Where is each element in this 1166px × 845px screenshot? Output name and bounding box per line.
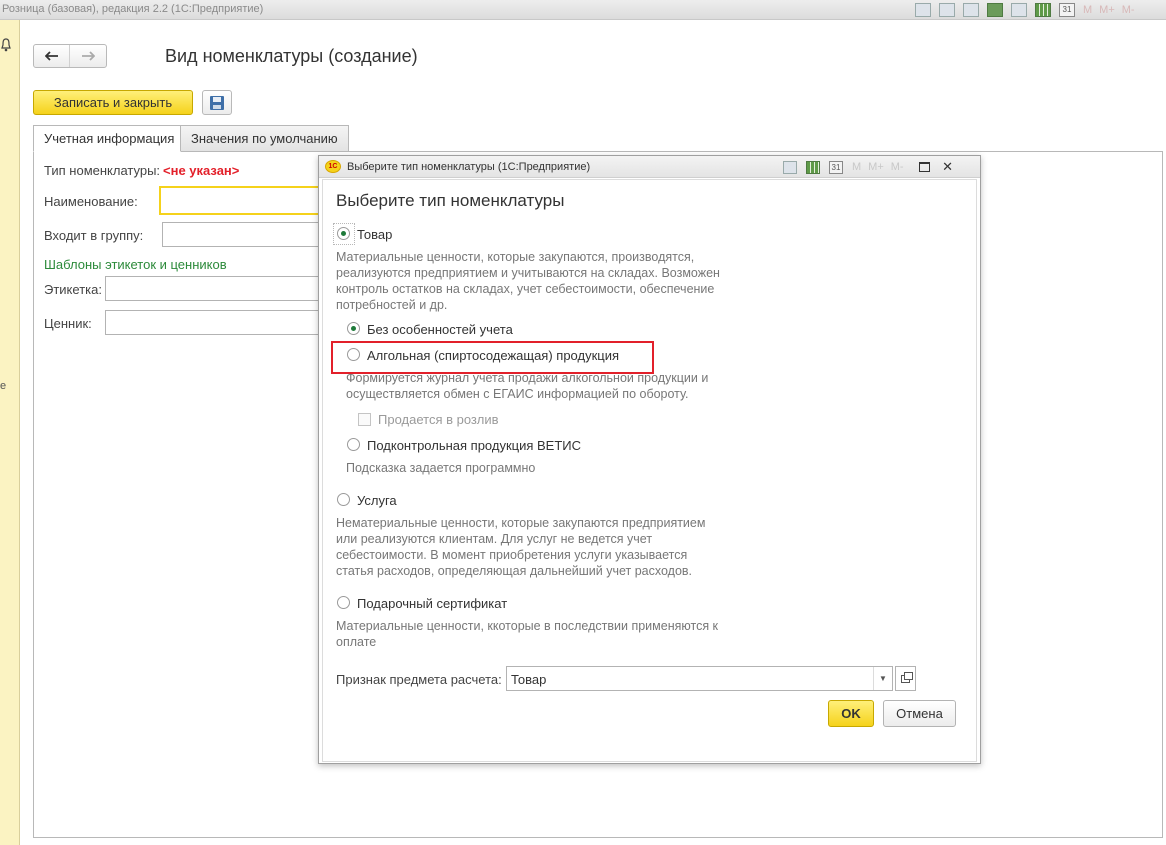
radio-service[interactable] — [337, 493, 350, 506]
ok-button[interactable]: OK — [828, 700, 874, 727]
chevron-down-icon[interactable]: ▼ — [873, 667, 892, 690]
desc-line: Нематериальные ценности, которые закупаю… — [336, 516, 706, 530]
memory-m-button[interactable]: M — [852, 161, 861, 173]
app-toolbar: 31 M M+ M- — [915, 2, 1142, 18]
payment-subject-select[interactable]: Товар ▼ — [506, 666, 893, 691]
calculator-icon[interactable] — [806, 160, 820, 174]
memory-plus-button[interactable]: M+ — [868, 161, 884, 173]
price-tag-field[interactable] — [105, 310, 324, 335]
price-tag-label: Ценник: — [44, 316, 92, 331]
print-icon[interactable] — [939, 3, 955, 17]
memory-m-button[interactable]: M — [1083, 4, 1092, 16]
option-gift-certificate-description: Материальные ценности, ккоторые в послед… — [336, 618, 718, 650]
option-service-label[interactable]: Услуга — [357, 493, 397, 508]
form-tabs: Учетная информация Значения по умолчанию — [33, 125, 349, 152]
radio-no-features[interactable] — [347, 322, 360, 335]
memory-plus-button[interactable]: M+ — [1099, 4, 1115, 16]
option-vetis-label[interactable]: Подконтрольная продукция ВЕТИС — [367, 438, 581, 453]
checkbox-draft[interactable] — [358, 413, 371, 426]
name-field[interactable] — [159, 186, 324, 215]
option-service-description: Нематериальные ценности, которые закупаю… — [336, 515, 705, 579]
preview-icon[interactable] — [963, 3, 979, 17]
dialog-window-title: Выберите тип номенклатуры (1С:Предприяти… — [347, 161, 591, 173]
save-button[interactable] — [202, 90, 232, 115]
bell-icon[interactable] — [1, 38, 11, 52]
save-and-close-button[interactable]: Записать и закрыть — [33, 90, 193, 115]
radio-gift-certificate[interactable] — [337, 596, 350, 609]
1c-logo-icon: 1С — [325, 160, 341, 173]
left-panel-strip: е — [0, 20, 20, 845]
link-icon[interactable] — [987, 3, 1003, 17]
option-draft-label[interactable]: Продается в розлив — [378, 412, 499, 427]
label-template-label: Этикетка: — [44, 282, 102, 297]
back-button[interactable] — [34, 45, 71, 67]
desc-line: контроль остатков на складах, учет себес… — [336, 282, 715, 296]
group-field[interactable] — [162, 222, 324, 247]
label-template-field[interactable] — [105, 276, 324, 301]
save-icon[interactable] — [915, 3, 931, 17]
printer-icon[interactable] — [1011, 3, 1027, 17]
maximize-icon[interactable] — [918, 162, 930, 172]
option-goods-description: Материальные ценности, которые закупаютс… — [336, 249, 720, 313]
calculator-icon[interactable] — [1035, 3, 1051, 17]
templates-section-label: Шаблоны этикеток и ценников — [44, 257, 227, 272]
form-title: Вид номенклатуры (создание) — [165, 46, 418, 66]
forward-button[interactable] — [70, 45, 106, 67]
option-gift-certificate-label[interactable]: Подарочный сертификат — [357, 596, 507, 611]
item-type-value-link[interactable]: <не указан> — [163, 163, 239, 178]
payment-subject-label: Признак предмета расчета: — [336, 672, 502, 687]
calendar-icon[interactable]: 31 — [829, 160, 843, 174]
dialog-heading: Выберите тип номенклатуры — [336, 191, 565, 210]
payment-subject-value: Товар — [511, 672, 547, 687]
cancel-button[interactable]: Отмена — [883, 700, 956, 727]
arrow-left-icon — [44, 51, 58, 61]
app-title: Розница (базовая), редакция 2.2 (1С:Пред… — [2, 3, 264, 15]
radio-goods[interactable] — [337, 227, 350, 240]
tab-accounting-info[interactable]: Учетная информация — [33, 125, 181, 152]
floppy-icon — [210, 95, 224, 110]
desc-line: себестоимости. В момент приобретения усл… — [336, 548, 688, 562]
option-vetis-description: Подсказка задается программно — [346, 461, 536, 475]
desc-line: осуществляется обмен с ЕГАИС информацией… — [346, 387, 689, 401]
highlight-box — [331, 341, 654, 374]
close-icon[interactable]: ✕ — [941, 159, 955, 174]
app-titlebar: Розница (базовая), редакция 2.2 (1С:Пред… — [0, 0, 1166, 20]
strip-label: е — [0, 380, 7, 392]
memory-minus-button[interactable]: M- — [1122, 4, 1135, 16]
option-no-features-label[interactable]: Без особенностей учета — [367, 322, 513, 337]
printer-icon[interactable] — [783, 160, 797, 174]
radio-vetis[interactable] — [347, 438, 360, 451]
dialog-toolbar: 31 M M+ M- ✕ — [783, 159, 955, 174]
desc-line: Материальные ценности, ккоторые в послед… — [336, 619, 719, 633]
calendar-icon[interactable]: 31 — [1059, 3, 1075, 17]
desc-line: или реализуются клиентам. Для услуг не в… — [336, 532, 653, 546]
dialog-titlebar: 1С Выберите тип номенклатуры (1С:Предпри… — [319, 156, 980, 178]
open-window-icon — [901, 671, 913, 683]
memory-minus-button[interactable]: M- — [891, 161, 904, 173]
option-alcohol-description: Формируется журнал учета продажи алкогол… — [346, 370, 708, 402]
desc-line: статья расходов, определяющая дальнейший… — [336, 564, 693, 578]
item-type-label: Тип номенклатуры: — [44, 163, 161, 178]
tab-default-values[interactable]: Значения по умолчанию — [180, 125, 349, 152]
name-label: Наименование: — [44, 194, 138, 209]
desc-line: потребностей и др. — [336, 298, 448, 312]
option-goods-label[interactable]: Товар — [357, 227, 392, 242]
desc-line: оплате — [336, 635, 377, 649]
desc-line: реализуются предприятием и учитываются н… — [336, 266, 720, 280]
group-label: Входит в группу: — [44, 228, 144, 243]
arrow-right-icon — [82, 51, 95, 61]
open-item-button[interactable] — [895, 666, 916, 691]
desc-line: Материальные ценности, которые закупаютс… — [336, 250, 695, 264]
navigation-buttons — [33, 44, 107, 68]
